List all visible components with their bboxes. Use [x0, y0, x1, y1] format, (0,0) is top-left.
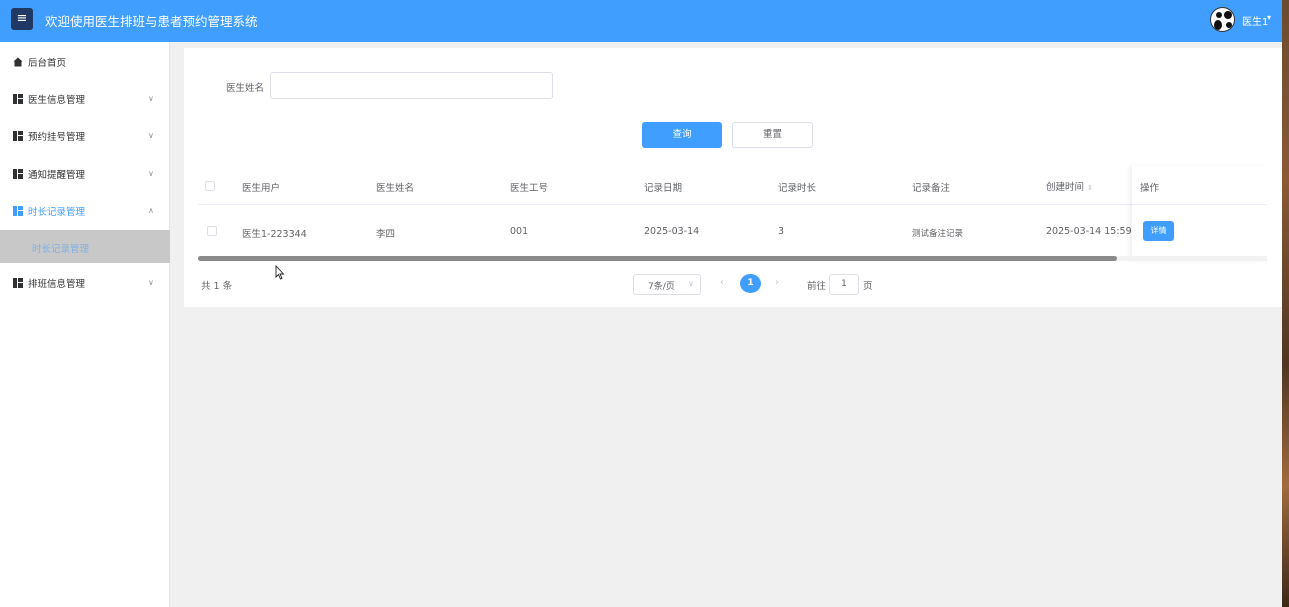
- user-name[interactable]: 医生1: [1242, 13, 1268, 28]
- grid-icon: [13, 278, 23, 288]
- column-header-doctor-name: 医生姓名: [376, 183, 415, 194]
- sidebar-item-label: 排班信息管理: [28, 279, 86, 290]
- grid-icon: [13, 131, 23, 141]
- avatar[interactable]: [1210, 7, 1235, 32]
- chevron-down-icon: ∨: [148, 94, 154, 104]
- table-header-divider: [198, 204, 1267, 205]
- sidebar-item-notification[interactable]: 通知提醒管理 ∨: [0, 156, 170, 192]
- cell-doctor-user: 医生1-223344: [242, 229, 307, 240]
- reset-button[interactable]: 重置: [732, 122, 813, 148]
- column-header-label: 创建时间: [1046, 182, 1085, 193]
- doctor-name-search-input[interactable]: [270, 72, 553, 99]
- column-header-action: 操作: [1140, 183, 1160, 194]
- sidebar-item-label: 医生信息管理: [28, 95, 86, 106]
- query-button[interactable]: 查询: [642, 122, 722, 148]
- cell-created-at: 2025-03-14 15:59:3: [1046, 226, 1141, 237]
- goto-page-input[interactable]: 1: [829, 274, 859, 295]
- desktop-background-strip: [1282, 0, 1289, 607]
- sidebar-item-schedule[interactable]: 排班信息管理 ∨: [0, 265, 170, 301]
- chevron-down-icon: ∨: [688, 279, 694, 288]
- search-label: 医生姓名: [226, 83, 265, 94]
- sidebar: 后台首页 医生信息管理 ∨ 预约挂号管理 ∨ 通知提醒管理 ∨ 时长记录管理 ∧…: [0, 42, 170, 607]
- cell-doctor-name: 李四: [376, 229, 396, 240]
- column-header-doctor-user: 医生用户: [242, 183, 281, 194]
- grid-icon: [13, 169, 23, 179]
- sidebar-item-label: 时长记录管理: [28, 207, 86, 218]
- app-title: 欢迎使用医生排班与患者预约管理系统: [45, 14, 258, 29]
- chevron-up-icon: ∧: [148, 206, 154, 216]
- chevron-down-icon[interactable]: ▾: [1267, 13, 1271, 22]
- horizontal-scrollbar-thumb[interactable]: [198, 256, 1117, 261]
- next-page-icon[interactable]: ›: [775, 277, 779, 288]
- chevron-down-icon: ∨: [148, 278, 154, 288]
- row-checkbox[interactable]: [207, 226, 217, 236]
- sidebar-subitem-label: 时长记录管理: [32, 244, 90, 255]
- column-header-created-at[interactable]: 创建时间 ⇕: [1046, 179, 1093, 193]
- sidebar-item-doctor-info[interactable]: 医生信息管理 ∨: [0, 81, 170, 117]
- grid-icon: [13, 94, 23, 104]
- cell-remark: 测试备注记录: [912, 229, 964, 239]
- sidebar-item-appointment[interactable]: 预约挂号管理 ∨: [0, 118, 170, 154]
- column-header-duration: 记录时长: [778, 183, 817, 194]
- column-header-remark: 记录备注: [912, 183, 951, 194]
- pagination-total: 共 1 条: [201, 281, 233, 292]
- sidebar-item-label: 通知提醒管理: [28, 170, 86, 181]
- sidebar-subitem-duration-records[interactable]: 时长记录管理: [0, 230, 170, 263]
- page-number-current[interactable]: 1: [740, 274, 761, 293]
- sort-icon[interactable]: ⇕: [1087, 184, 1093, 192]
- detail-button[interactable]: 详情: [1143, 221, 1174, 241]
- chevron-down-icon: ∨: [148, 169, 154, 179]
- goto-suffix: 页: [863, 281, 873, 292]
- page-size-select[interactable]: 7条/页 ∨: [633, 274, 701, 295]
- column-header-record-date: 记录日期: [644, 183, 683, 194]
- cell-duration: 3: [778, 226, 785, 237]
- prev-page-icon[interactable]: ‹: [720, 277, 724, 288]
- sidebar-item-label: 后台首页: [28, 58, 67, 69]
- hamburger-menu-icon[interactable]: ≡: [11, 8, 33, 30]
- sidebar-item-label: 预约挂号管理: [28, 132, 86, 143]
- column-header-doctor-id: 医生工号: [510, 183, 549, 194]
- goto-label: 前往: [807, 281, 827, 292]
- top-header: ≡ 欢迎使用医生排班与患者预约管理系统 医生1 ▾: [0, 0, 1282, 42]
- cell-record-date: 2025-03-14: [644, 226, 700, 237]
- home-icon: [13, 57, 23, 67]
- grid-icon: [13, 206, 23, 216]
- page-size-value: 7条/页: [648, 282, 675, 292]
- cell-doctor-id: 001: [510, 226, 529, 237]
- sidebar-item-duration-records[interactable]: 时长记录管理 ∧: [0, 193, 170, 229]
- chevron-down-icon: ∨: [148, 131, 154, 141]
- mouse-cursor-icon: [275, 265, 285, 280]
- sidebar-item-home[interactable]: 后台首页: [0, 44, 170, 80]
- select-all-checkbox[interactable]: [205, 181, 215, 191]
- action-header-divider: [1132, 204, 1267, 205]
